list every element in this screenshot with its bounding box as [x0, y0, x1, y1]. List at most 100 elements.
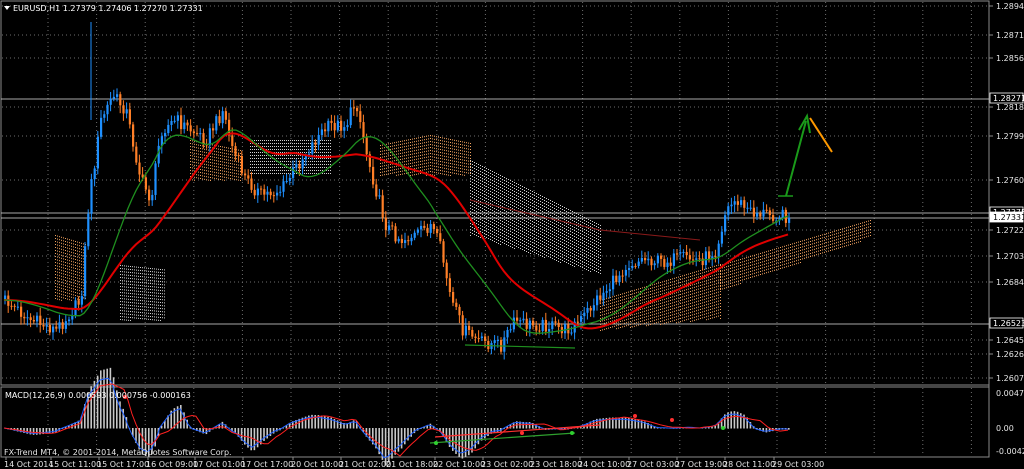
cloud-dot: [678, 318, 679, 320]
cloud-dot: [79, 248, 80, 250]
cloud-dot: [160, 269, 161, 270]
cloud-dot: [510, 237, 511, 238]
cloud-dot: [510, 222, 511, 223]
cloud-dot: [314, 161, 315, 162]
cloud-dot: [63, 258, 64, 260]
cloud-dot: [444, 170, 445, 172]
cloud-dot: [656, 304, 657, 306]
cloud-dot: [760, 256, 761, 257]
cloud-dot: [684, 277, 685, 279]
cloud-dot: [786, 263, 787, 265]
cloud-dot: [300, 170, 301, 171]
cloud-dot: [690, 312, 691, 313]
cloud-dot: [142, 315, 143, 317]
cloud-dot: [600, 261, 601, 262]
cloud-dot: [164, 293, 165, 295]
cloud-dot: [328, 155, 329, 156]
cloud-dot: [146, 291, 147, 293]
cloud-dot: [526, 242, 527, 243]
cloud-dot: [806, 254, 807, 256]
cloud-dot: [686, 283, 687, 285]
cloud-dot: [548, 208, 549, 209]
cloud-dot: [680, 315, 681, 316]
cloud-dot: [672, 305, 673, 307]
cloud-dot: [250, 167, 251, 168]
cloud-dot: [160, 305, 161, 306]
cloud-dot: [598, 248, 599, 249]
cloud-dot: [832, 240, 833, 242]
cloud-dot: [434, 147, 435, 149]
cloud-dot: [160, 317, 161, 318]
cloud-dot: [500, 220, 501, 221]
cloud-dot: [790, 247, 791, 248]
cloud-dot: [648, 288, 649, 290]
cloud-dot: [316, 149, 317, 150]
cloud-dot: [198, 144, 199, 146]
cloud-dot: [628, 300, 629, 302]
cloud-dot: [670, 309, 671, 310]
cloud-dot: [616, 295, 617, 297]
cloud-dot: [292, 146, 293, 147]
cloud-dot: [83, 273, 84, 275]
cloud-dot: [454, 160, 455, 162]
cloud-dot: [280, 146, 281, 147]
cloud-dot: [482, 190, 483, 191]
price-chart[interactable]: EURUSD,H1 1.27379 1.27406 1.27270 1.2733…: [0, 0, 1024, 469]
cloud-dot: [57, 277, 58, 279]
cloud-dot: [828, 247, 829, 249]
cloud-dot: [770, 265, 771, 266]
cloud-dot: [124, 274, 125, 276]
cloud-dot: [428, 159, 429, 161]
cloud-dot: [69, 266, 70, 268]
cloud-dot: [502, 185, 503, 186]
cloud-dot: [442, 161, 443, 163]
cloud-dot: [562, 218, 563, 219]
cloud-dot: [776, 269, 777, 271]
cloud-dot: [564, 249, 565, 250]
cloud-dot: [224, 173, 225, 175]
cloud-dot: [484, 200, 485, 201]
cloud-dot: [212, 144, 213, 146]
cloud-dot: [458, 170, 459, 172]
cloud-dot: [694, 307, 695, 309]
cloud-dot: [654, 289, 655, 291]
cloud-dot: [476, 202, 477, 203]
cloud-dot: [780, 262, 781, 263]
cloud-dot: [526, 203, 527, 204]
cloud-dot: [526, 224, 527, 225]
cloud-dot: [148, 315, 149, 317]
cloud-dot: [544, 221, 545, 222]
cloud-dot: [714, 313, 715, 315]
cloud-dot: [260, 170, 261, 171]
cloud-dot: [494, 226, 495, 227]
cloud-dot: [490, 170, 491, 171]
cloud-dot: [198, 150, 199, 152]
cloud-dot: [414, 171, 415, 173]
cloud-dot: [320, 155, 321, 156]
cloud-dot: [712, 281, 713, 283]
cloud-dot: [130, 287, 131, 288]
cloud-dot: [558, 240, 559, 241]
cloud-dot: [162, 293, 163, 295]
cloud-dot: [754, 269, 755, 271]
cloud-dot: [448, 162, 449, 164]
cloud-dot: [526, 188, 527, 189]
cloud-dot: [608, 327, 609, 329]
cloud-dot: [464, 150, 465, 152]
cloud-dot: [716, 274, 717, 276]
cloud-dot: [474, 168, 475, 169]
cloud-dot: [486, 207, 487, 208]
cloud-dot: [508, 242, 509, 243]
cloud-dot: [746, 278, 747, 280]
cloud-dot: [550, 212, 551, 213]
cloud-dot: [164, 281, 165, 283]
cloud-dot: [190, 140, 191, 141]
cloud-dot: [842, 231, 843, 233]
cloud-dot: [238, 164, 239, 166]
cloud-dot: [580, 245, 581, 246]
cloud-dot: [552, 231, 553, 232]
cloud-dot: [410, 148, 411, 149]
cloud-dot: [528, 234, 529, 235]
cloud-dot: [150, 277, 151, 278]
cloud-dot: [658, 318, 659, 320]
